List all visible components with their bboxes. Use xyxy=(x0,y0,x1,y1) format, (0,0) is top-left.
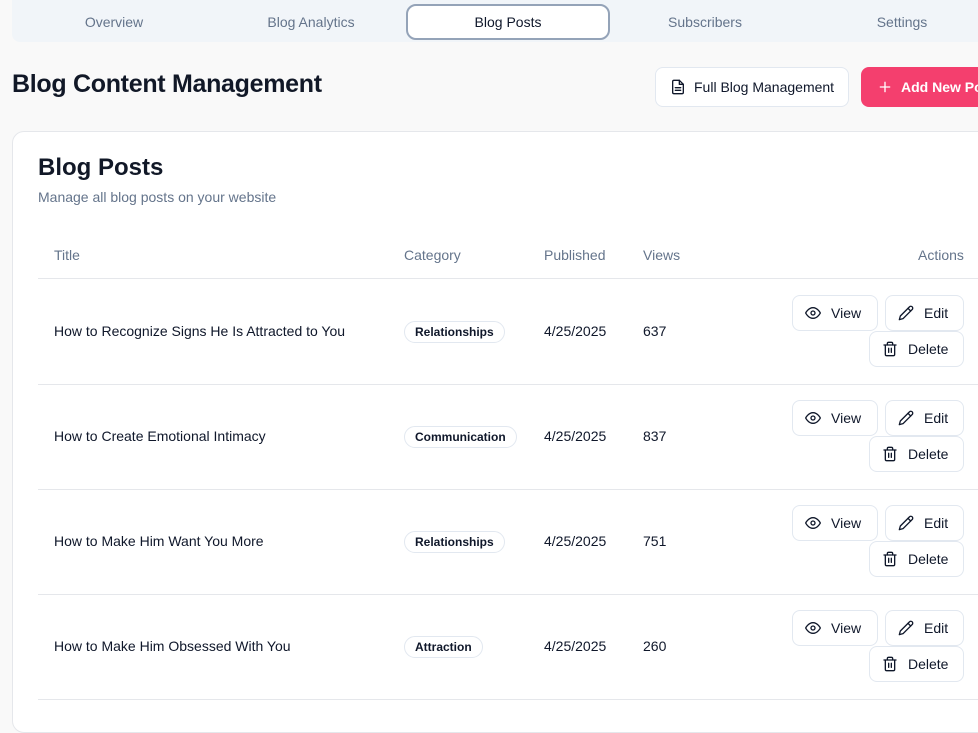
full-blog-management-label: Full Blog Management xyxy=(694,79,835,95)
blog-posts-card: Blog Posts Manage all blog posts on your… xyxy=(12,131,978,733)
edit-button[interactable]: Edit xyxy=(885,505,964,541)
card-subtitle: Manage all blog posts on your website xyxy=(38,189,277,205)
column-header-published: Published xyxy=(544,247,606,263)
page-title: Blog Content Management xyxy=(12,70,322,98)
column-header-category: Category xyxy=(404,247,461,263)
edit-label: Edit xyxy=(924,620,949,636)
view-button[interactable]: View xyxy=(792,295,878,331)
delete-button[interactable]: Delete xyxy=(869,436,964,472)
tab-blog-analytics[interactable]: Blog Analytics xyxy=(211,4,411,40)
document-icon xyxy=(670,79,686,95)
tab-settings[interactable]: Settings xyxy=(802,4,978,40)
pencil-icon xyxy=(898,305,914,321)
view-label: View xyxy=(831,620,862,636)
column-header-actions: Actions xyxy=(918,247,964,263)
edit-button[interactable]: Edit xyxy=(885,400,964,436)
delete-button[interactable]: Delete xyxy=(869,331,964,367)
view-count: 260 xyxy=(643,638,667,654)
pencil-icon xyxy=(898,515,914,531)
trash-icon xyxy=(882,446,898,462)
column-header-title: Title xyxy=(54,247,80,263)
view-count: 637 xyxy=(643,323,667,339)
pencil-icon xyxy=(898,620,914,636)
plus-icon xyxy=(877,79,893,95)
view-label: View xyxy=(831,515,862,531)
tab-subscribers[interactable]: Subscribers xyxy=(605,4,805,40)
tab-blog-posts[interactable]: Blog Posts xyxy=(406,4,610,40)
add-new-post-label: Add New Post xyxy=(901,79,978,95)
eye-icon xyxy=(805,410,821,426)
post-title: How to Create Emotional Intimacy xyxy=(54,428,266,444)
edit-label: Edit xyxy=(924,410,949,426)
view-label: View xyxy=(831,410,862,426)
delete-label: Delete xyxy=(908,656,949,672)
view-count: 751 xyxy=(643,533,667,549)
trash-icon xyxy=(882,341,898,357)
add-new-post-button[interactable]: Add New Post xyxy=(861,67,978,107)
category-badge: Attraction xyxy=(404,636,483,658)
published-date: 4/25/2025 xyxy=(544,323,607,339)
delete-button[interactable]: Delete xyxy=(869,541,964,577)
view-button[interactable]: View xyxy=(792,505,878,541)
edit-label: Edit xyxy=(924,305,949,321)
pencil-icon xyxy=(898,410,914,426)
card-title: Blog Posts xyxy=(38,154,164,181)
published-date: 4/25/2025 xyxy=(544,428,607,444)
eye-icon xyxy=(805,620,821,636)
category-badge: Relationships xyxy=(404,321,505,343)
edit-button[interactable]: Edit xyxy=(885,610,964,646)
view-label: View xyxy=(831,305,862,321)
table-row: How to Recognize Signs He Is Attracted t… xyxy=(38,279,978,385)
delete-label: Delete xyxy=(908,341,949,357)
view-count: 837 xyxy=(643,428,667,444)
eye-icon xyxy=(805,305,821,321)
tab-overview[interactable]: Overview xyxy=(14,4,214,40)
trash-icon xyxy=(882,551,898,567)
trash-icon xyxy=(882,656,898,672)
post-title: How to Recognize Signs He Is Attracted t… xyxy=(54,323,346,339)
post-title: How to Make Him Want You More xyxy=(54,533,264,549)
edit-button[interactable]: Edit xyxy=(885,295,964,331)
category-badge: Communication xyxy=(404,426,517,448)
table-row: How to Make Him Obsessed With You Attrac… xyxy=(38,594,978,700)
published-date: 4/25/2025 xyxy=(544,638,607,654)
view-button[interactable]: View xyxy=(792,400,878,436)
post-title: How to Make Him Obsessed With You xyxy=(54,638,291,654)
view-button[interactable]: View xyxy=(792,610,878,646)
edit-label: Edit xyxy=(924,515,949,531)
tab-bar: Overview Blog Analytics Blog Posts Subsc… xyxy=(12,0,978,42)
table-row: How to Make Him Want You More Relationsh… xyxy=(38,489,978,595)
column-header-views: Views xyxy=(643,247,681,263)
category-badge: Relationships xyxy=(404,531,505,553)
full-blog-management-button[interactable]: Full Blog Management xyxy=(655,67,849,107)
delete-label: Delete xyxy=(908,551,949,567)
published-date: 4/25/2025 xyxy=(544,533,607,549)
table-row: How to Create Emotional Intimacy Communi… xyxy=(38,384,978,490)
eye-icon xyxy=(805,515,821,531)
delete-label: Delete xyxy=(908,446,949,462)
